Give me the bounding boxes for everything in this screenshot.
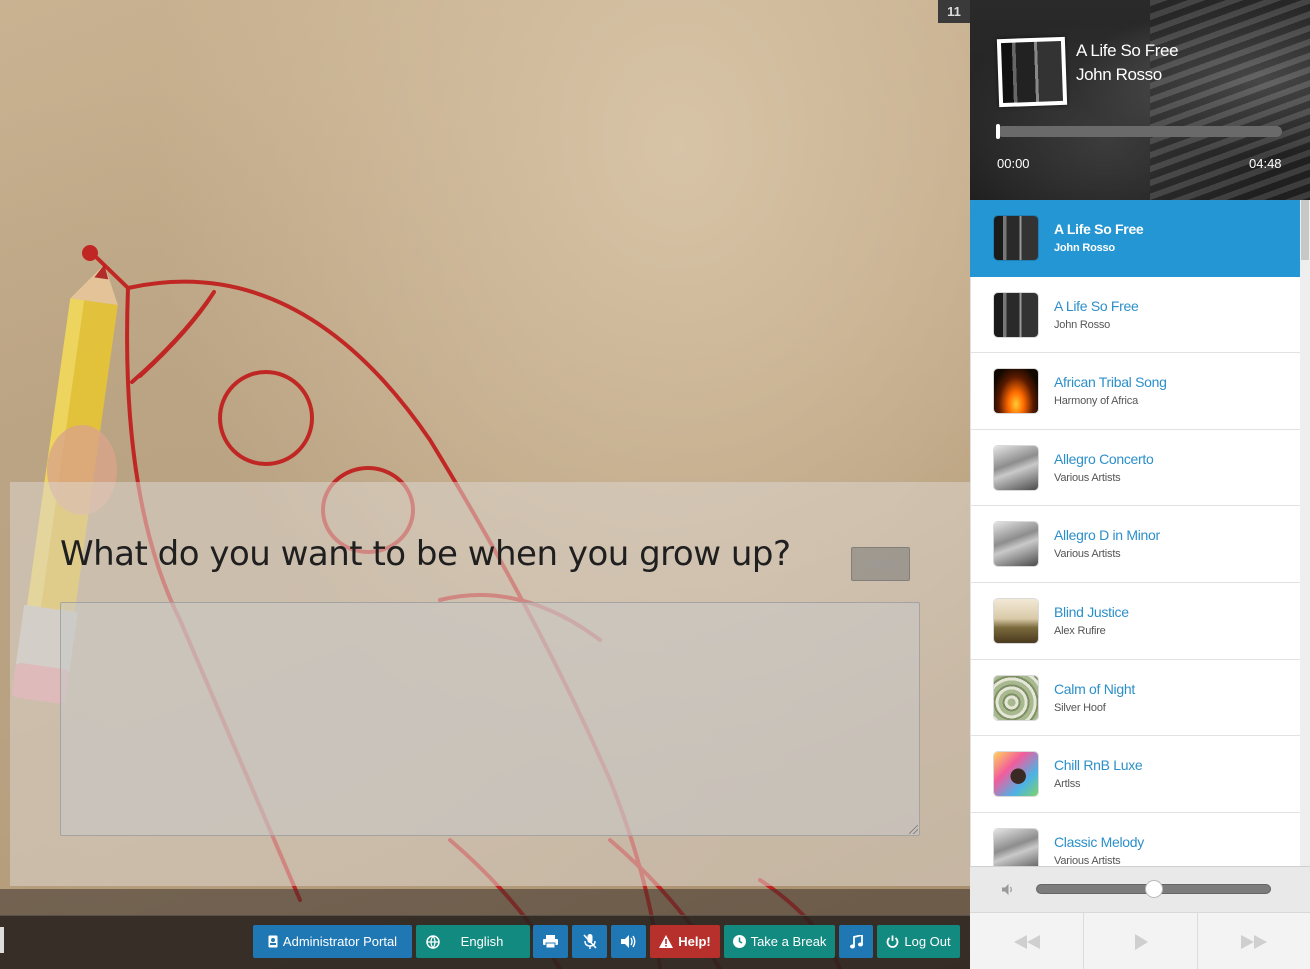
resize-grip-icon[interactable] — [909, 825, 918, 834]
track-title: Calm of Night — [1054, 680, 1135, 697]
track-thumbnail — [994, 675, 1038, 720]
help-label: Help! — [678, 934, 711, 949]
playlist-item[interactable]: Allegro D in Minor Various Artists — [970, 506, 1300, 583]
playlist-item[interactable]: A Life So Free John Rosso — [970, 200, 1300, 277]
track-title: A Life So Free — [1054, 221, 1144, 237]
power-icon — [887, 935, 899, 948]
track-artist: Various Artists — [1054, 854, 1121, 866]
now-playing-backdrop — [1150, 0, 1310, 200]
music-button[interactable] — [839, 925, 873, 958]
playlist-item[interactable]: African Tribal Song Harmony of Africa — [970, 353, 1300, 430]
playlist-item[interactable]: Classic Melody Various Artists — [970, 812, 1300, 866]
log-out-label: Log Out — [904, 934, 951, 949]
playlist-item[interactable]: Allegro Concerto Various Artists — [970, 429, 1300, 507]
playlist: A Life So Free John Rosso A Life So Free… — [970, 200, 1300, 866]
help-button[interactable]: Help! — [650, 925, 720, 958]
mute-microphone-button[interactable] — [572, 925, 607, 958]
take-a-break-button[interactable]: Take a Break — [724, 925, 835, 958]
rewind-button[interactable] — [970, 913, 1084, 969]
playback-controls — [970, 912, 1310, 969]
admin-badge-icon — [268, 935, 278, 948]
track-artist: John Rosso — [1054, 318, 1111, 331]
time-current: 00:00 — [997, 156, 1030, 171]
volume-slider-handle[interactable] — [1144, 880, 1163, 898]
track-thumbnail — [994, 216, 1038, 260]
playlist-item[interactable]: A Life So Free John Rosso — [970, 276, 1300, 354]
now-playing-title: A Life So Free — [1076, 41, 1179, 60]
fast-forward-button[interactable] — [1198, 913, 1310, 969]
track-thumbnail — [994, 292, 1038, 337]
now-playing-header: A Life So Free John Rosso 00:00 04:48 — [970, 0, 1310, 200]
track-artist: Harmony of Africa — [1054, 395, 1139, 408]
clock-icon — [732, 935, 746, 948]
track-artist: Artlss — [1054, 778, 1081, 791]
track-title: Allegro D in Minor — [1054, 527, 1160, 544]
warning-icon — [659, 935, 674, 948]
print-button[interactable] — [533, 925, 568, 958]
track-thumbnail — [994, 522, 1038, 567]
progress-handle[interactable] — [996, 124, 1000, 139]
main-stage: 11 What do you want to be when you grow … — [0, 0, 970, 969]
playlist-item[interactable]: Calm of Night Silver Hoof — [970, 659, 1300, 737]
playlist-item[interactable]: Chill RnB Luxe Artlss — [970, 736, 1300, 813]
track-title: Classic Melody — [1054, 833, 1144, 850]
print-icon — [543, 935, 558, 948]
track-artist: Various Artists — [1054, 548, 1121, 561]
time-total: 04:48 — [1249, 156, 1282, 171]
track-thumbnail — [994, 598, 1038, 643]
now-playing-album-art — [996, 36, 1068, 108]
left-edge-handle — [0, 927, 4, 953]
track-title: Blind Justice — [1054, 603, 1129, 620]
question-panel: What do you want to be when you grow up?… — [10, 482, 970, 886]
answer-textarea[interactable] — [60, 602, 920, 836]
music-note-icon — [849, 934, 863, 948]
play-icon — [1134, 933, 1148, 950]
log-out-button[interactable]: Log Out — [877, 925, 960, 958]
track-title: African Tribal Song — [1054, 374, 1167, 391]
page-number-badge: 11 — [938, 0, 970, 23]
next-button[interactable]: Next — [851, 547, 910, 581]
track-artist: Various Artists — [1054, 471, 1121, 484]
speaker-icon — [1002, 884, 1012, 895]
playlist-scrollbar[interactable] — [1300, 200, 1310, 866]
music-player: A Life So Free John Rosso 00:00 04:48 A … — [970, 0, 1310, 969]
administrator-portal-button[interactable]: Administrator Portal — [253, 925, 412, 958]
playlist-item[interactable]: Blind Justice Alex Rufire — [970, 582, 1300, 660]
track-title: Allegro Concerto — [1054, 450, 1154, 467]
question-title: What do you want to be when you grow up? — [60, 534, 791, 574]
administrator-portal-label: Administrator Portal — [282, 934, 398, 949]
globe-icon — [426, 935, 440, 949]
track-thumbnail — [994, 445, 1038, 490]
bottom-strip — [0, 889, 970, 915]
playlist-scrollbar-thumb[interactable] — [1301, 200, 1309, 260]
track-title: Chill RnB Luxe — [1054, 757, 1143, 774]
rewind-icon — [1013, 934, 1040, 949]
track-artist: Alex Rufire — [1054, 624, 1106, 637]
track-artist: John Rosso — [1054, 242, 1115, 254]
take-a-break-label: Take a Break — [750, 934, 827, 949]
language-label: English — [460, 934, 504, 949]
track-thumbnail — [994, 369, 1038, 414]
play-button[interactable] — [1084, 913, 1198, 969]
volume-button[interactable] — [611, 925, 646, 958]
now-playing-artist: John Rosso — [1076, 65, 1162, 84]
progress-bar[interactable] — [997, 126, 1282, 137]
track-title: A Life So Free — [1054, 297, 1139, 314]
volume-icon — [620, 935, 635, 948]
track-thumbnail — [994, 828, 1038, 866]
mic-muted-icon — [582, 934, 597, 949]
track-artist: Silver Hoof — [1054, 701, 1106, 714]
volume-control — [970, 866, 1310, 912]
language-button[interactable]: English — [416, 925, 530, 958]
fast-forward-icon — [1241, 934, 1267, 949]
track-thumbnail — [994, 752, 1038, 797]
